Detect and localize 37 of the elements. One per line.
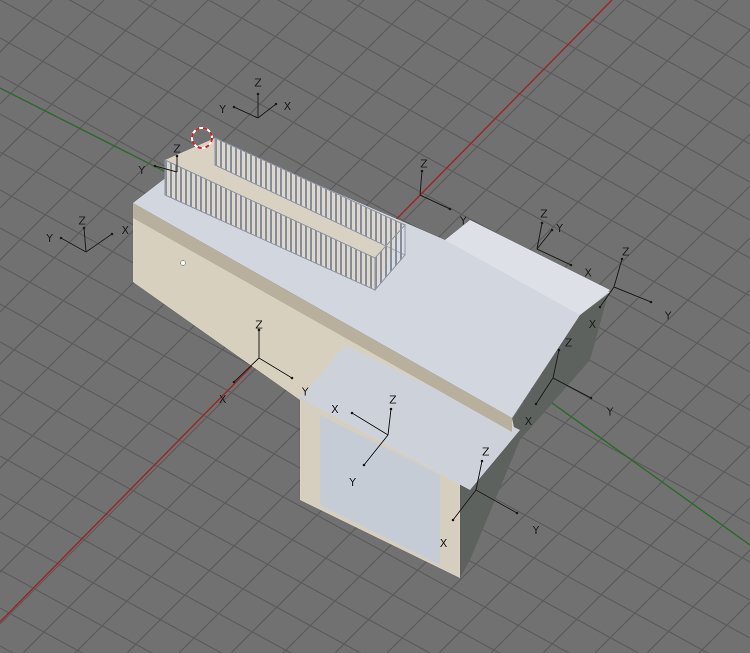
axis-label: Z	[389, 394, 397, 406]
axis-label: Z	[78, 214, 86, 228]
axis-label: Z	[254, 76, 262, 90]
axis-label: Y	[460, 214, 467, 228]
axis-label: X	[440, 536, 448, 550]
axis-label: Z	[255, 318, 263, 332]
axis-label: Z	[564, 336, 572, 350]
empty-axes-icon[interactable]	[232, 328, 294, 384]
axis-label: Y	[606, 405, 614, 418]
empty-axes-icon[interactable]	[534, 348, 592, 406]
axis-label: Z	[420, 157, 428, 170]
axis-label: X	[331, 403, 339, 416]
empty-axes-icon[interactable]	[452, 460, 518, 522]
axis-label: Z	[622, 245, 630, 258]
axis-label: Y	[138, 164, 146, 177]
axis-label: Y	[302, 385, 309, 398]
axis-label: X	[284, 100, 292, 113]
axis-label: Y	[219, 102, 226, 116]
axis-label: X	[588, 318, 596, 332]
axis-label: X	[524, 415, 532, 428]
axis-label: X	[218, 393, 226, 406]
axis-label: X	[584, 266, 592, 280]
3d-cursor-icon	[191, 127, 213, 149]
object-origin-icon	[180, 260, 186, 266]
axis-label: Z	[540, 208, 548, 220]
axis-label: Y	[556, 222, 563, 236]
axis-label: Y	[664, 309, 672, 322]
axis-label: Y	[46, 232, 53, 245]
axis-label: Y	[349, 476, 356, 490]
axis-label: Y	[532, 524, 540, 538]
axis-label: Z	[173, 142, 181, 156]
empty-axes-icon[interactable]	[536, 222, 572, 266]
axis-label: X	[122, 224, 130, 238]
axis-label: Z	[482, 446, 490, 458]
empty-axes-icon[interactable]	[154, 154, 178, 172]
empty-axes-icon[interactable]	[598, 258, 652, 308]
empty-axes-icon[interactable]	[350, 408, 392, 466]
